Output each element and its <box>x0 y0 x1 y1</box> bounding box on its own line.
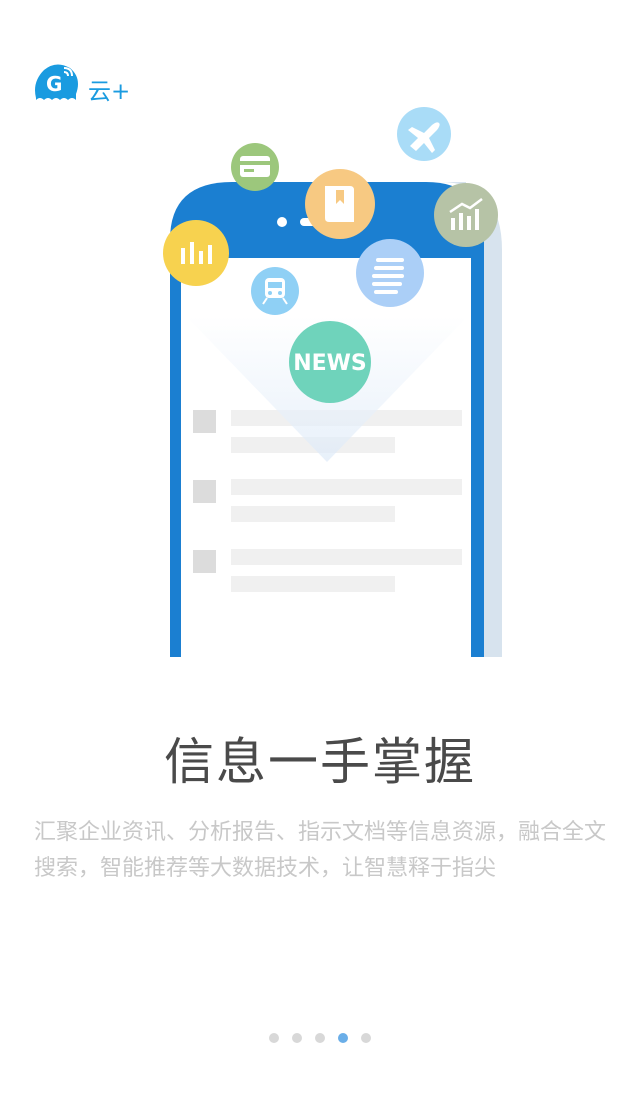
page-dot[interactable] <box>315 1033 325 1043</box>
feature-description: 汇聚企业资讯、分析报告、指示文档等信息资源，融合全文搜索，智能推荐等大数据技术，… <box>34 820 607 881</box>
page-indicator <box>0 1033 640 1043</box>
book-icon <box>305 169 375 239</box>
page-dot-active[interactable] <box>338 1033 348 1043</box>
bar-chart-icon <box>163 220 229 286</box>
card-icon <box>231 143 279 191</box>
hero-illustration: NEWS <box>163 107 502 657</box>
page-dot[interactable] <box>361 1033 371 1043</box>
page-title: 信息一手掌握 <box>164 733 476 791</box>
news-icon: NEWS <box>289 321 371 403</box>
page-dot[interactable] <box>269 1033 279 1043</box>
airplane-icon <box>397 107 451 161</box>
page-dot[interactable] <box>292 1033 302 1043</box>
svg-text:NEWS: NEWS <box>293 351 367 376</box>
trend-chart-icon <box>434 183 498 247</box>
document-icon <box>356 239 424 307</box>
train-icon <box>251 267 299 315</box>
